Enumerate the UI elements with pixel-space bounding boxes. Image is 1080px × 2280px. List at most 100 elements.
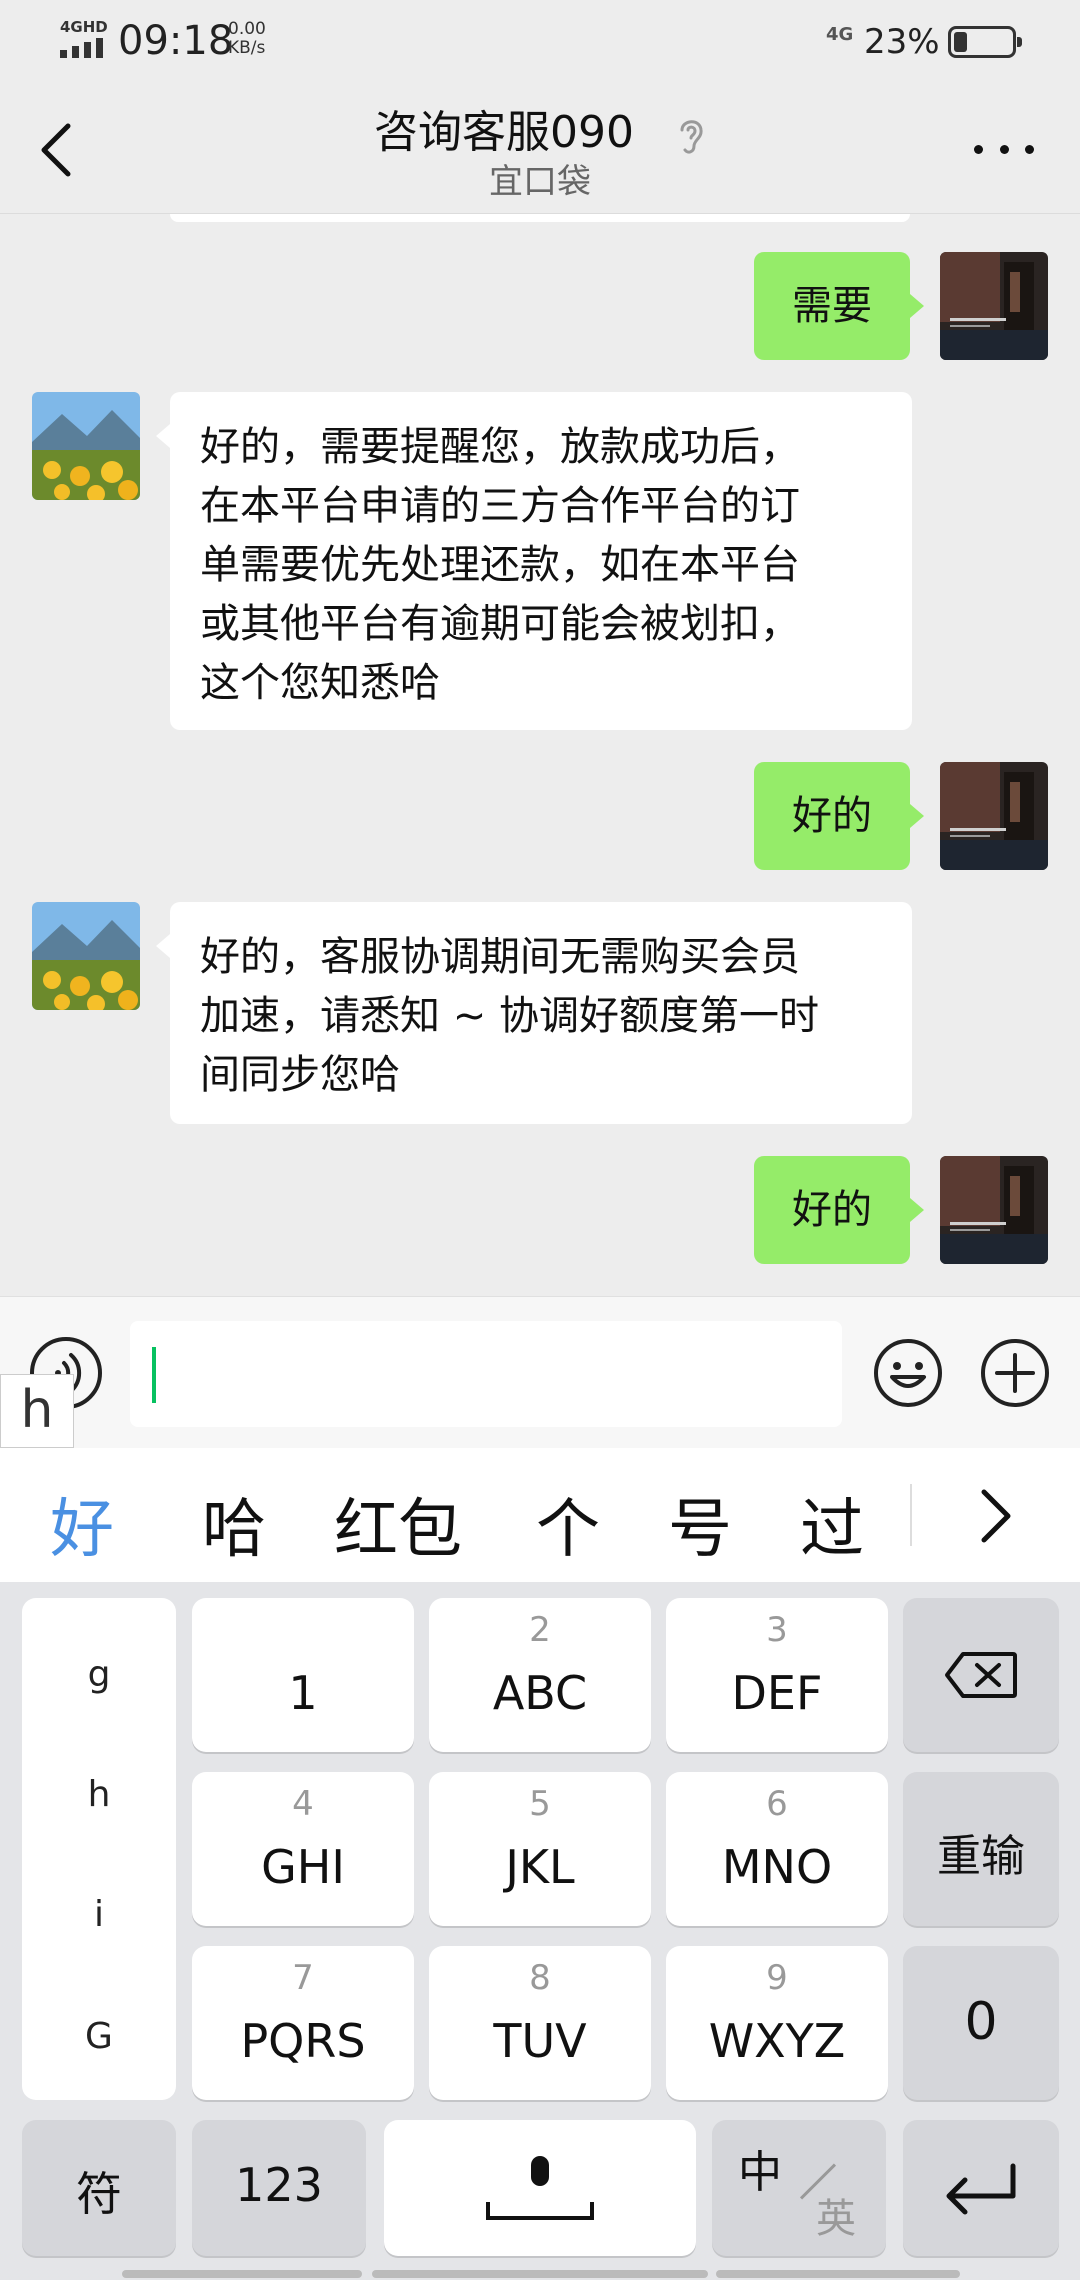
my-avatar[interactable] — [940, 762, 1048, 870]
key-label: 123 — [235, 2158, 323, 2212]
key-label-zh: 中 — [738, 2147, 782, 2198]
candidate-item[interactable]: 好 — [50, 1478, 114, 1570]
contact-avatar[interactable] — [32, 902, 140, 1010]
text-caret — [152, 1347, 156, 1403]
incoming-message-bubble[interactable]: 好的，客服协调期间无需购买会员 加速，请悉知 ~ 协调好额度第一时 间同步您哈 — [156, 902, 912, 1124]
scroll-indicator — [716, 2270, 960, 2278]
key-label: TUV — [493, 2014, 587, 2068]
key-label: 重输 — [937, 1831, 1025, 1882]
key-label: DEF — [731, 1666, 823, 1720]
key-3[interactable]: 3 DEF — [666, 1598, 888, 1752]
key-label: 符 — [76, 2167, 122, 2221]
incoming-message-bubble[interactable]: 好的，需要提醒您，放款成功后， 在本平台申请的三方合作平台的订 单需要优先处理还… — [156, 392, 912, 730]
message-text: 好的 — [792, 1187, 872, 1233]
message-list[interactable]: 需要 好的，需要提醒您，放款成功后， 在本平台申请的三方合作平台的订 单需要优先… — [0, 214, 1080, 1296]
key-8[interactable]: 8 TUV — [429, 1946, 651, 2100]
input-bar — [0, 1296, 1080, 1448]
network-speed-unit: KB/s — [228, 38, 266, 58]
key-label: PQRS — [240, 2014, 366, 2068]
battery-percent: 23% — [864, 22, 940, 62]
chat-header: 咨询客服090 宜口袋 — [0, 82, 1080, 214]
scroll-indicator — [122, 2270, 362, 2278]
message-line: 单需要优先处理还款，如在本平台 — [200, 542, 800, 588]
language-switch-key[interactable]: 中 英 — [712, 2120, 886, 2256]
candidate-item[interactable]: 哈 — [202, 1478, 266, 1570]
message-text: 需要 — [792, 283, 872, 329]
mobile-network-label: 4G — [826, 24, 854, 45]
backspace-key[interactable] — [903, 1598, 1059, 1752]
key-0[interactable]: 0 — [903, 1946, 1059, 2100]
chat-subtitle: 宜口袋 — [489, 162, 591, 202]
message-line: 间同步您哈 — [200, 1052, 400, 1098]
key-label: 0 — [964, 1992, 998, 2052]
key-5[interactable]: 5 JKL — [429, 1772, 651, 1926]
key-number: 6 — [766, 1784, 788, 1824]
signal-icon — [60, 38, 103, 58]
ime-candidate-bar: 好 哈 红包 个 号 过 — [0, 1448, 1080, 1582]
key-6[interactable]: 6 MNO — [666, 1772, 888, 1926]
key-9[interactable]: 9 WXYZ — [666, 1946, 888, 2100]
pinyin-letter[interactable]: G — [22, 2016, 176, 2057]
key-number: 9 — [766, 1958, 788, 1998]
previous-message-bubble — [170, 214, 910, 222]
key-7[interactable]: 7 PQRS — [192, 1946, 414, 2100]
t9-keyboard: g h i G 1 2 ABC 3 DEF 4 GHI 5 JKL 6 MNO … — [0, 1582, 1080, 2280]
my-avatar[interactable] — [940, 252, 1048, 360]
contact-avatar[interactable] — [32, 392, 140, 500]
key-number: 7 — [292, 1958, 314, 1998]
key-label: 1 — [288, 1666, 318, 1720]
outgoing-message-bubble[interactable]: 好的 — [754, 1156, 924, 1264]
key-2[interactable]: 2 ABC — [429, 1598, 651, 1752]
clock: 09:18 — [118, 18, 234, 64]
pinyin-letter[interactable]: i — [22, 1894, 176, 1935]
battery-level-fill — [954, 32, 967, 52]
backspace-icon — [945, 1652, 1017, 1698]
key-number: 5 — [529, 1784, 551, 1824]
outgoing-message-bubble[interactable]: 好的 — [754, 762, 924, 870]
more-icon[interactable] — [974, 134, 1034, 164]
ear-icon — [680, 120, 703, 154]
pinyin-letter[interactable]: g — [22, 1654, 176, 1695]
reset-key[interactable]: 重输 — [903, 1772, 1059, 1926]
battery-icon — [948, 26, 1022, 58]
emoji-icon[interactable] — [872, 1337, 944, 1409]
key-label: MNO — [721, 1840, 833, 1894]
message-line: 或其他平台有逾期可能会被划扣， — [200, 601, 800, 647]
symbol-key[interactable]: 符 — [22, 2120, 176, 2256]
network-type-label: 4GHD — [60, 18, 108, 36]
plus-icon[interactable] — [979, 1337, 1051, 1409]
message-input[interactable] — [130, 1321, 842, 1427]
key-number: 3 — [766, 1610, 788, 1650]
key-1[interactable]: 1 — [192, 1598, 414, 1752]
outgoing-message-bubble[interactable]: 需要 — [754, 252, 924, 360]
my-avatar[interactable] — [940, 1156, 1048, 1264]
key-4[interactable]: 4 GHI — [192, 1772, 414, 1926]
candidate-item[interactable]: 个 — [536, 1478, 600, 1570]
numeric-key[interactable]: 123 — [192, 2120, 366, 2256]
chat-title-text: 咨询客服090 — [374, 107, 634, 158]
space-key[interactable] — [384, 2120, 696, 2256]
message-line: 这个您知悉哈 — [200, 660, 440, 706]
enter-key[interactable] — [903, 2120, 1059, 2256]
candidate-item[interactable]: 红包 — [334, 1478, 462, 1570]
chevron-right-icon[interactable] — [970, 1484, 1020, 1548]
key-label: GHI — [261, 1840, 345, 1894]
chat-title: 咨询客服090 — [0, 96, 1080, 160]
key-label: ABC — [492, 1666, 588, 1720]
key-number: 2 — [529, 1610, 551, 1650]
candidate-divider — [910, 1484, 912, 1546]
enter-icon — [946, 2163, 1016, 2215]
message-line: 好的，客服协调期间无需购买会员 — [200, 934, 800, 980]
scroll-indicator — [372, 2270, 708, 2278]
microphone-icon — [486, 2156, 594, 2220]
pinyin-letter[interactable]: h — [22, 1774, 176, 1815]
pinyin-letter-column[interactable]: g h i G — [22, 1598, 176, 2100]
key-label-en: 英 — [816, 2196, 856, 2242]
key-number: 4 — [292, 1784, 314, 1824]
key-number: 8 — [529, 1958, 551, 1998]
candidate-item[interactable]: 过 — [800, 1478, 864, 1570]
status-bar: 4GHD 09:18 0.00 KB/s 4G 23% — [0, 0, 1080, 82]
network-speed: 0.00 KB/s — [228, 20, 266, 58]
candidate-item[interactable]: 号 — [668, 1478, 732, 1570]
network-speed-value: 0.00 — [228, 19, 266, 39]
